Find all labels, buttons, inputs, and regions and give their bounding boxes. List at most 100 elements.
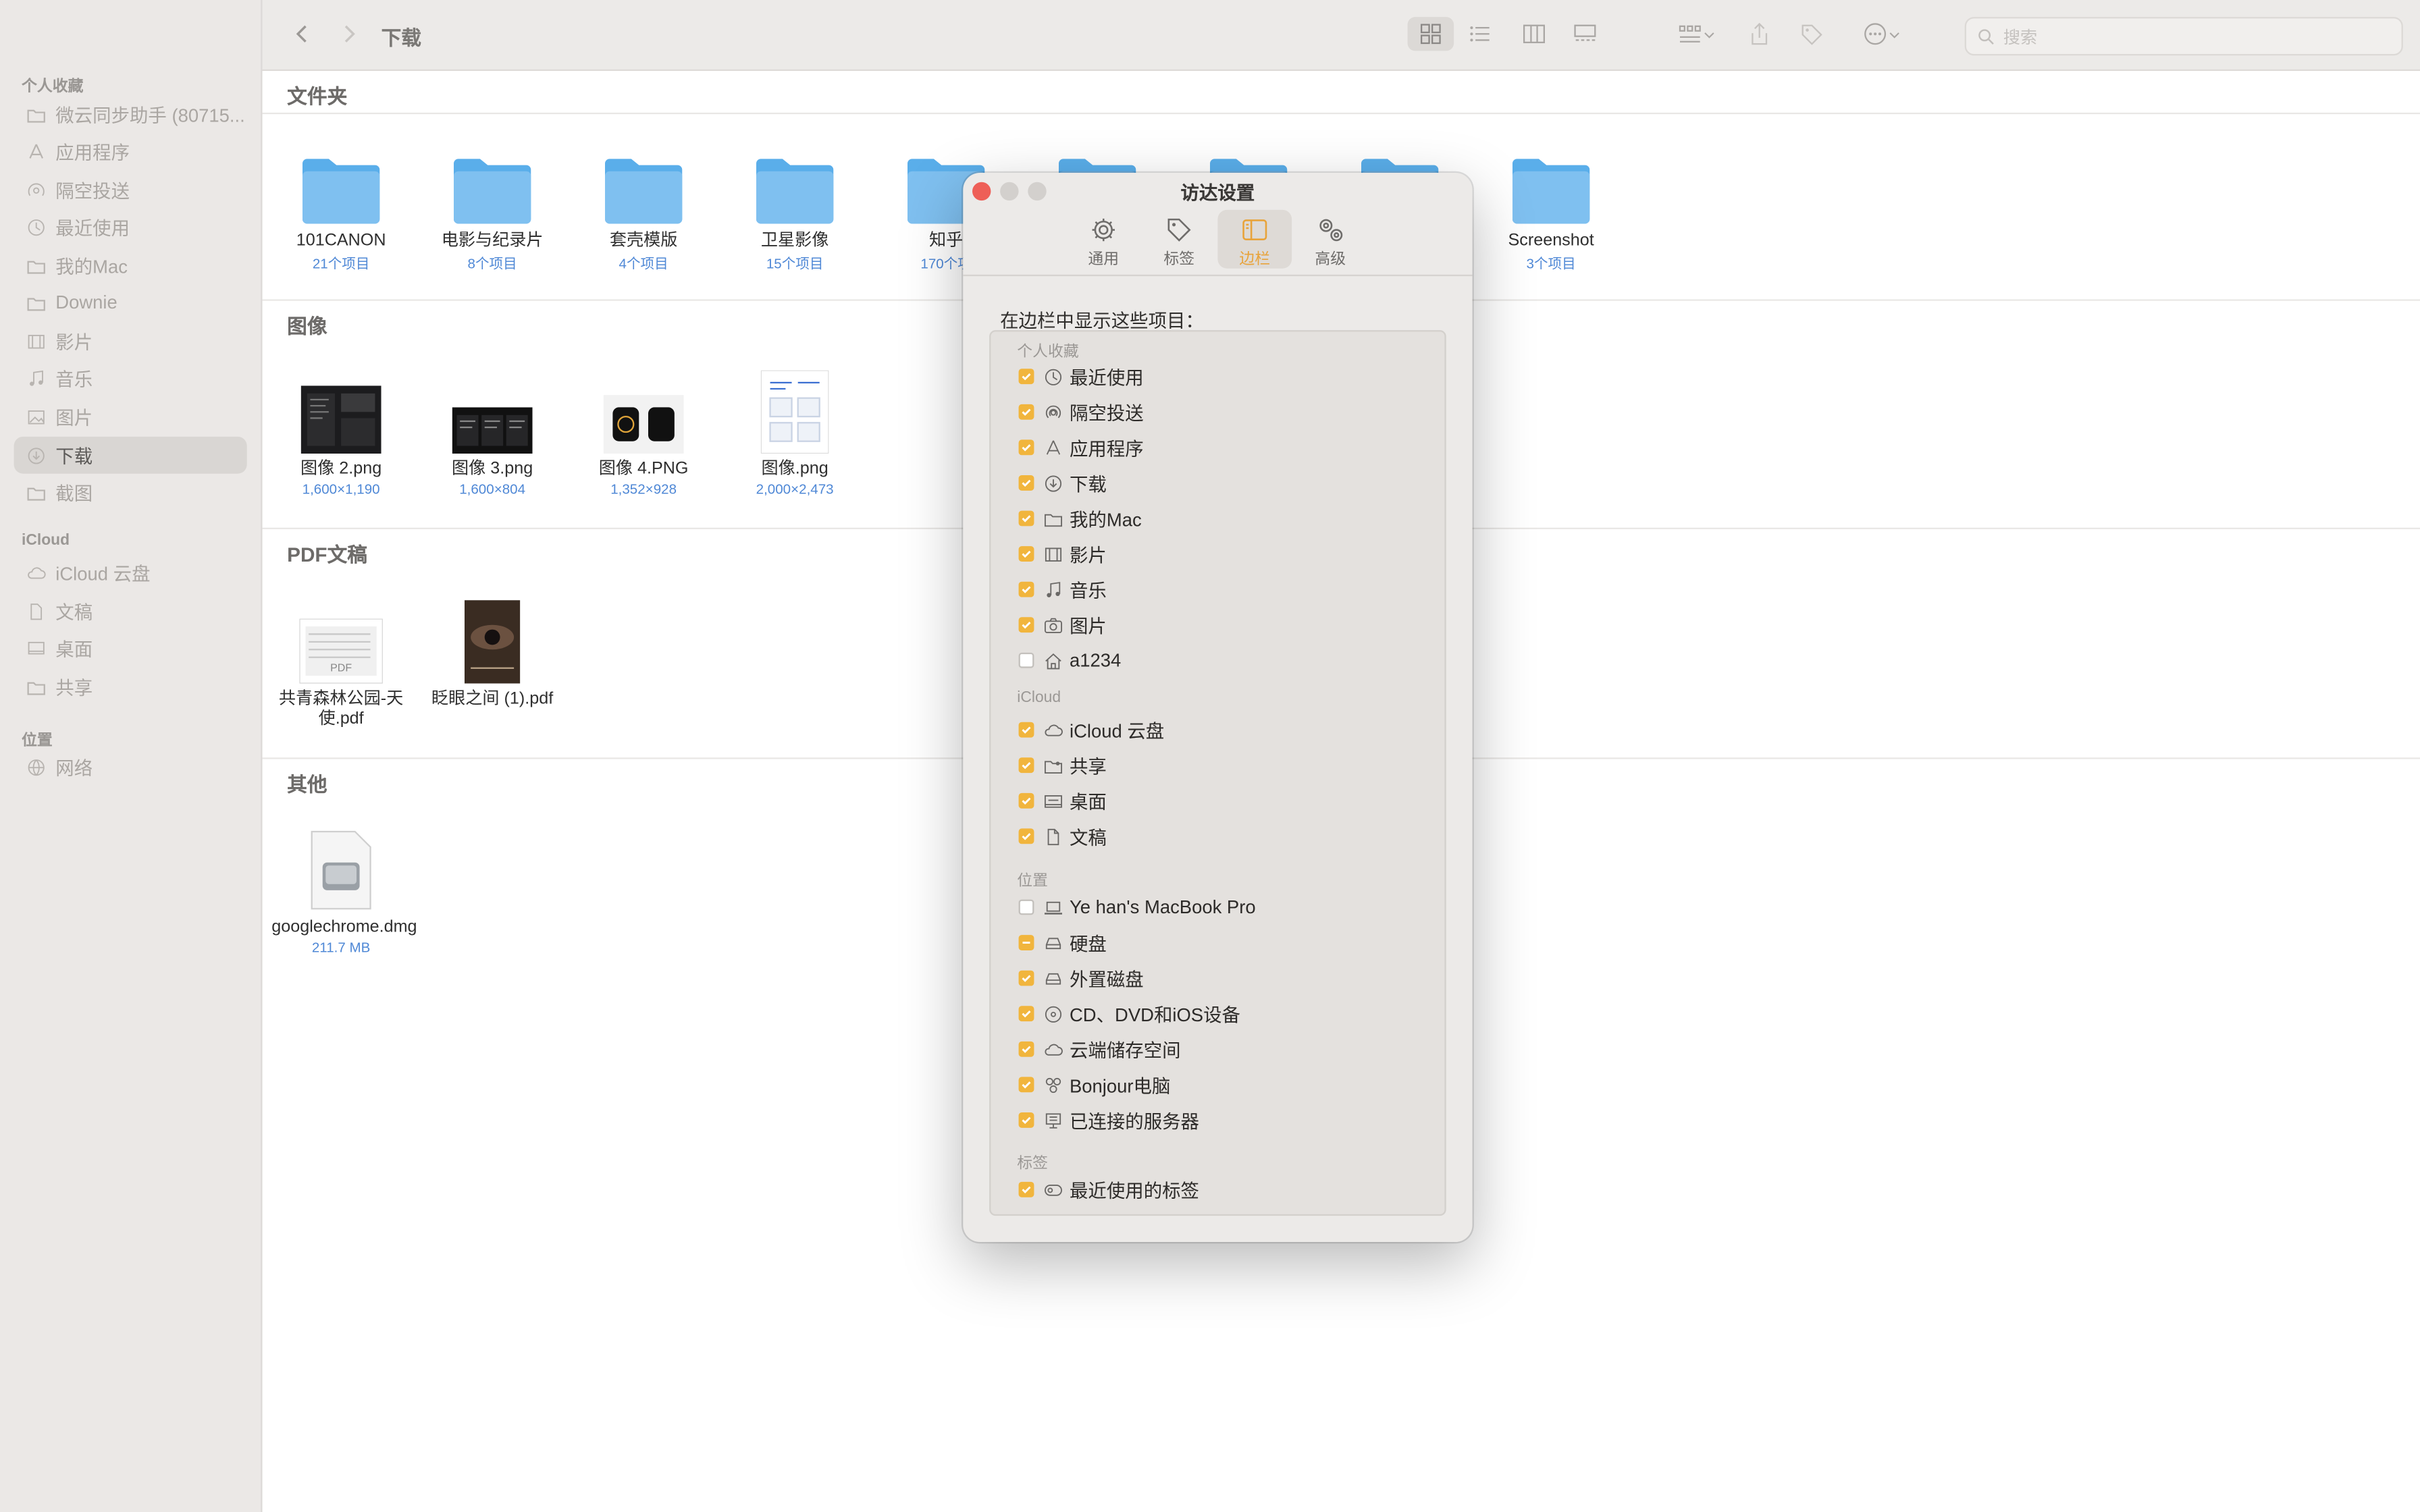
sidebar-item-icloud-drive[interactable]: iCloud 云盘 bbox=[14, 554, 247, 591]
share-button[interactable] bbox=[1744, 17, 1775, 51]
sidebar-item-network[interactable]: 网络 bbox=[14, 749, 247, 786]
tag-icon bbox=[1167, 218, 1191, 242]
option-icloud-drive[interactable]: iCloud 云盘 bbox=[1018, 714, 1436, 745]
sidebar-item-weiyun[interactable]: 微云同步助手 (80715... bbox=[14, 96, 247, 133]
checkbox[interactable] bbox=[1018, 617, 1034, 633]
column-view-button[interactable] bbox=[1514, 17, 1554, 51]
image-item[interactable]: 图像.png 2,000×2,473 bbox=[725, 361, 864, 497]
option-recents[interactable]: 最近使用 bbox=[1018, 361, 1436, 392]
option-home[interactable]: a1234 bbox=[1018, 645, 1436, 676]
checkbox[interactable] bbox=[1018, 1077, 1034, 1093]
checkbox[interactable] bbox=[1018, 935, 1034, 950]
checkbox[interactable] bbox=[1018, 510, 1034, 526]
option-documents[interactable]: 文稿 bbox=[1018, 821, 1436, 852]
sidebar-item-shared[interactable]: 共享 bbox=[14, 668, 247, 705]
sidebar-item-documents[interactable]: 文稿 bbox=[14, 593, 247, 630]
checkbox[interactable] bbox=[1018, 828, 1034, 844]
checkbox[interactable] bbox=[1018, 1041, 1034, 1057]
option-applications[interactable]: 应用程序 bbox=[1018, 432, 1436, 463]
icon-view-button[interactable] bbox=[1407, 17, 1454, 51]
list-view-button[interactable] bbox=[1460, 17, 1500, 51]
checkbox[interactable] bbox=[1018, 722, 1034, 738]
option-bonjour[interactable]: Bonjour电脑 bbox=[1018, 1069, 1436, 1100]
folder-icon bbox=[25, 254, 47, 276]
checkbox[interactable] bbox=[1018, 404, 1034, 420]
option-recent-tags[interactable]: 最近使用的标签 bbox=[1018, 1174, 1436, 1205]
tab-general[interactable]: 通用 bbox=[1066, 210, 1140, 269]
tab-tags[interactable]: 标签 bbox=[1142, 210, 1216, 269]
more-actions-button[interactable] bbox=[1855, 17, 1908, 51]
sidebar-item-downloads[interactable]: 下载 bbox=[14, 436, 247, 474]
image-item[interactable]: 图像 2.png 1,600×1,190 bbox=[271, 361, 411, 497]
checkbox[interactable] bbox=[1018, 581, 1034, 597]
dialog-title: 访达设置 bbox=[1180, 182, 1255, 204]
sidebar-item-airdrop[interactable]: 隔空投送 bbox=[14, 171, 247, 209]
checkbox[interactable] bbox=[1018, 1006, 1034, 1022]
sidebar-item-movies[interactable]: 影片 bbox=[14, 323, 247, 360]
file-item[interactable]: googlechrome.dmg 211.7 MB bbox=[271, 819, 417, 955]
tags-button[interactable] bbox=[1797, 17, 1828, 51]
checkbox[interactable] bbox=[1018, 475, 1034, 491]
checkbox[interactable] bbox=[1018, 757, 1034, 774]
clock-icon bbox=[1042, 366, 1063, 387]
checkbox[interactable] bbox=[1018, 970, 1034, 986]
folder-item[interactable]: 电影与纪录片 8个项目 bbox=[423, 133, 562, 273]
sidebar-item-pictures[interactable]: 图片 bbox=[14, 398, 247, 435]
photo-icon bbox=[25, 406, 47, 427]
search-field[interactable]: 搜索 bbox=[1964, 17, 2403, 56]
option-movies[interactable]: 影片 bbox=[1018, 539, 1436, 570]
sidebar-item-desktop[interactable]: 桌面 bbox=[14, 630, 247, 667]
group-by-button[interactable] bbox=[1670, 17, 1722, 51]
option-shared[interactable]: 共享 bbox=[1018, 750, 1436, 781]
sidebar-item-screenshots[interactable]: 截图 bbox=[14, 474, 247, 511]
folder-item[interactable]: 卫星影像 15个项目 bbox=[725, 133, 864, 273]
section-header-folders: 文件夹 bbox=[287, 84, 348, 108]
search-icon bbox=[1978, 28, 1994, 44]
back-button[interactable] bbox=[287, 17, 318, 51]
option-mymac[interactable]: 我的Mac bbox=[1018, 503, 1436, 534]
option-music[interactable]: 音乐 bbox=[1018, 574, 1436, 605]
folder-item[interactable]: Screenshot 3个项目 bbox=[1481, 133, 1621, 273]
forward-button[interactable] bbox=[334, 17, 365, 51]
tab-sidebar[interactable]: 边栏 bbox=[1217, 209, 1292, 269]
disc-icon bbox=[1042, 1003, 1063, 1025]
sidebar-item-applications[interactable]: 应用程序 bbox=[14, 133, 247, 170]
sidebar-item-label: 下载 bbox=[55, 445, 93, 467]
checkbox[interactable] bbox=[1018, 1181, 1034, 1197]
option-desktop[interactable]: 桌面 bbox=[1018, 785, 1436, 816]
checkbox[interactable] bbox=[1018, 546, 1034, 562]
chevron-down-icon bbox=[1889, 31, 1899, 38]
airdrop-icon bbox=[25, 179, 47, 200]
option-airdrop[interactable]: 隔空投送 bbox=[1018, 396, 1436, 427]
folder-item[interactable]: 101CANON 21个项目 bbox=[271, 133, 411, 273]
checkbox[interactable] bbox=[1018, 369, 1034, 385]
sidebar-item-mymac[interactable]: 我的Mac bbox=[14, 247, 247, 284]
gallery-view-button[interactable] bbox=[1565, 17, 1605, 51]
tab-advanced[interactable]: 高级 bbox=[1293, 210, 1367, 269]
sidebar-item-downie[interactable]: Downie bbox=[14, 284, 247, 321]
option-downloads[interactable]: 下载 bbox=[1018, 468, 1436, 499]
image-item[interactable]: 图像 4.PNG 1,352×928 bbox=[574, 361, 713, 497]
pdf-thumbnail bbox=[464, 600, 521, 684]
checkbox[interactable] bbox=[1018, 899, 1034, 915]
pdf-item[interactable]: PDF 共青森林公园-天使.pdf bbox=[271, 591, 411, 730]
option-cd-dvd-ios[interactable]: CD、DVD和iOS设备 bbox=[1018, 998, 1436, 1029]
option-external-disk[interactable]: 外置磁盘 bbox=[1018, 963, 1436, 994]
image-item[interactable]: 图像 3.png 1,600×804 bbox=[423, 361, 562, 497]
sidebar-item-label: iCloud 云盘 bbox=[55, 562, 151, 585]
option-hard-disk[interactable]: 硬盘 bbox=[1018, 927, 1436, 959]
checkbox[interactable] bbox=[1018, 1112, 1034, 1128]
folder-item[interactable]: 套壳模版 4个项目 bbox=[574, 133, 713, 273]
sidebar-item-music[interactable]: 音乐 bbox=[14, 360, 247, 397]
checkbox[interactable] bbox=[1018, 439, 1034, 456]
checkbox[interactable] bbox=[1018, 792, 1034, 809]
option-pictures[interactable]: 图片 bbox=[1018, 610, 1436, 641]
sidebar-item-recents[interactable]: 最近使用 bbox=[14, 209, 247, 246]
finder-settings-dialog: 访达设置 通用 标签 边栏 高级 在边栏中显示这些项目： 个人收藏 最近使用 隔… bbox=[963, 172, 1473, 1242]
server-icon bbox=[1042, 1109, 1063, 1131]
checkbox[interactable] bbox=[1018, 652, 1034, 668]
option-cloud-storage[interactable]: 云端储存空间 bbox=[1018, 1033, 1436, 1064]
option-macbook[interactable]: Ye han's MacBook Pro bbox=[1018, 892, 1436, 923]
pdf-item[interactable]: 眨眼之间 (1).pdf bbox=[423, 591, 562, 709]
option-connected-servers[interactable]: 已连接的服务器 bbox=[1018, 1105, 1436, 1136]
